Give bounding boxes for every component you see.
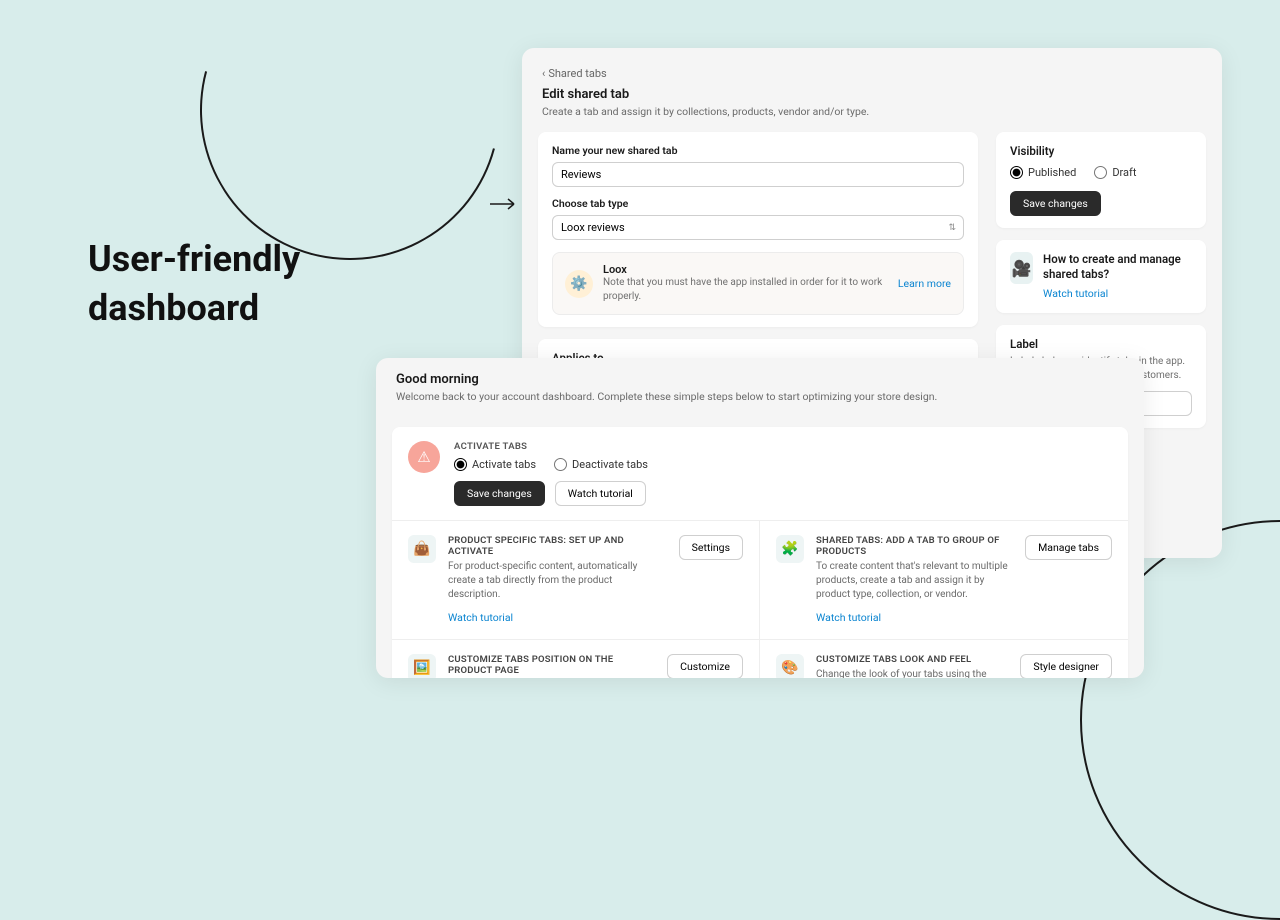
greeting-subtitle: Welcome back to your account dashboard. … [396, 390, 1124, 403]
loox-info-box: ⚙️ Loox Note that you must have the app … [552, 252, 964, 315]
label-title: Label [1010, 337, 1192, 351]
cell-icon: 🧩 [776, 535, 804, 563]
video-icon: 🎥 [1010, 252, 1033, 284]
onboarding-card: ⚠ ACTIVATE TABS Activate tabs Deactivate… [392, 427, 1128, 678]
back-link-label: Shared tabs [548, 67, 606, 80]
page-subtitle: Create a tab and assign it by collection… [542, 105, 1202, 118]
cell-desc: For product-specific content, automatica… [448, 560, 667, 602]
onboarding-cell: 🖼️ CUSTOMIZE TABS POSITION ON THE PRODUC… [392, 639, 760, 678]
cell-title: SHARED TABS: ADD A TAB TO GROUP OF PRODU… [816, 535, 1013, 557]
type-label: Choose tab type [552, 197, 964, 210]
alert-icon: ⚠ [408, 441, 440, 473]
back-link[interactable]: ‹ Shared tabs [542, 67, 607, 80]
activate-caps: ACTIVATE TABS [454, 441, 1112, 452]
info-text: Note that you must have the app installe… [603, 276, 888, 304]
onboarding-cell: 🎨 CUSTOMIZE TABS LOOK AND FEEL Change th… [760, 639, 1128, 678]
activate-watch-button[interactable]: Watch tutorial [555, 481, 646, 506]
page-title: Edit shared tab [542, 87, 1202, 102]
visibility-card: Visibility Published Draft Save changes [996, 132, 1206, 228]
tab-definition-card: Name your new shared tab Choose tab type… [538, 132, 978, 327]
cell-action-button[interactable]: Manage tabs [1025, 535, 1112, 560]
cell-icon: 👜 [408, 535, 436, 563]
greeting-title: Good morning [396, 372, 1124, 387]
cell-title: CUSTOMIZE TABS POSITION ON THE PRODUCT P… [448, 654, 655, 676]
watch-tutorial-link[interactable]: Watch tutorial [1043, 287, 1108, 300]
cell-action-button[interactable]: Customize [667, 654, 743, 678]
cell-desc: To create content that's relevant to mul… [816, 560, 1013, 602]
cell-watch-link[interactable]: Watch tutorial [816, 611, 881, 624]
cell-title: CUSTOMIZE TABS LOOK AND FEEL [816, 654, 1008, 665]
deactivate-tabs-radio[interactable]: Deactivate tabs [554, 458, 648, 471]
hero-headline: User-friendly dashboard [88, 235, 300, 332]
visibility-title: Visibility [1010, 144, 1192, 158]
arrow-icon [490, 195, 520, 207]
activate-save-button[interactable]: Save changes [454, 481, 545, 506]
tutorial-card: 🎥 How to create and manage shared tabs? … [996, 240, 1206, 313]
activate-tabs-radio[interactable]: Activate tabs [454, 458, 536, 471]
learn-more-link[interactable]: Learn more [898, 277, 951, 290]
chevron-left-icon: ‹ [542, 67, 545, 80]
cell-watch-link[interactable]: Watch tutorial [448, 611, 513, 624]
save-changes-button[interactable]: Save changes [1010, 191, 1101, 216]
onboarding-cell: 🧩 SHARED TABS: ADD A TAB TO GROUP OF PRO… [760, 521, 1128, 639]
cell-desc: Change the look of your tabs using the s… [816, 668, 1008, 678]
cell-action-button[interactable]: Style designer [1020, 654, 1112, 678]
gear-icon: ⚙️ [565, 270, 593, 298]
info-title: Loox [603, 263, 888, 276]
cell-title: PRODUCT SPECIFIC TABS: SET UP AND ACTIVA… [448, 535, 667, 557]
cell-icon: 🖼️ [408, 654, 436, 678]
tutorial-title: How to create and manage shared tabs? [1043, 252, 1192, 282]
name-label: Name your new shared tab [552, 144, 964, 157]
published-radio[interactable]: Published [1010, 166, 1076, 179]
cell-action-button[interactable]: Settings [679, 535, 743, 560]
tab-name-input[interactable] [552, 162, 964, 187]
cell-icon: 🎨 [776, 654, 804, 678]
onboarding-cell: 👜 PRODUCT SPECIFIC TABS: SET UP AND ACTI… [392, 521, 760, 639]
tab-type-select[interactable] [552, 215, 964, 240]
draft-radio[interactable]: Draft [1094, 166, 1136, 179]
dashboard-greeting-panel: Good morning Welcome back to your accoun… [376, 358, 1144, 678]
